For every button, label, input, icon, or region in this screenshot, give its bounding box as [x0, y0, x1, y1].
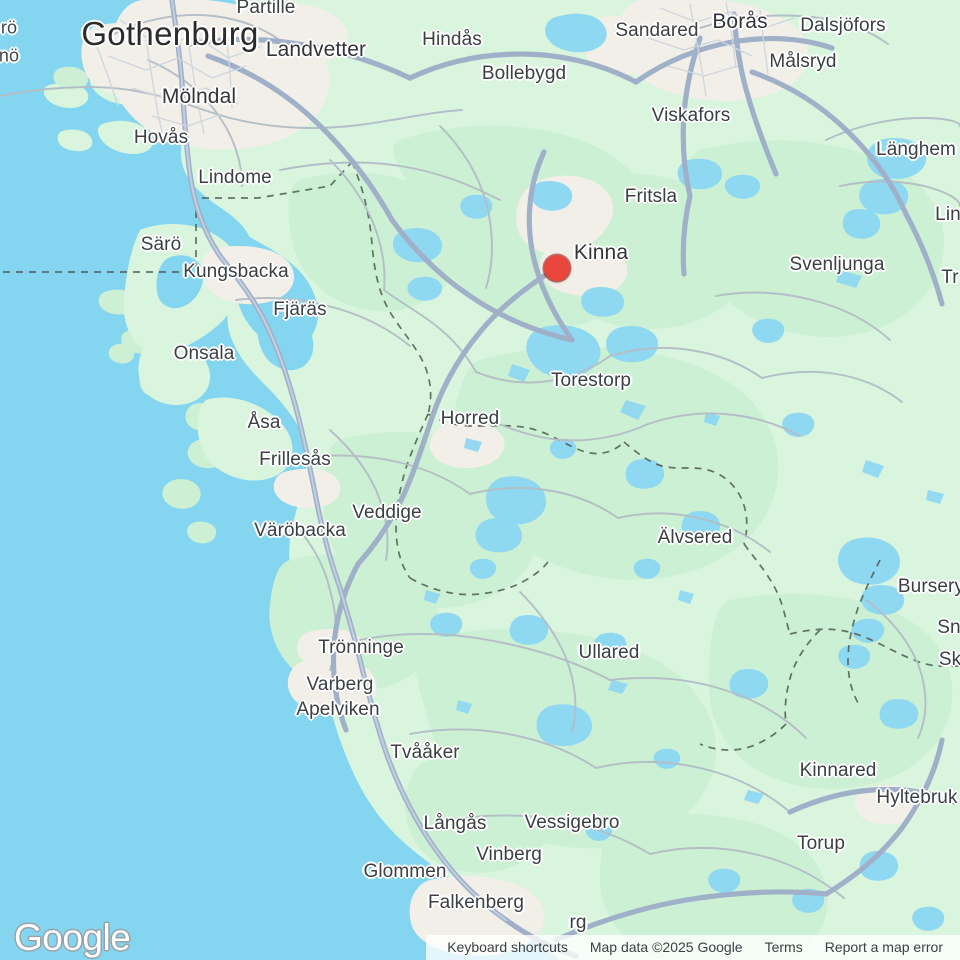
selected-location-marker[interactable]: [544, 255, 570, 281]
keyboard-shortcuts-button[interactable]: Keyboard shortcuts: [436, 935, 579, 960]
report-map-error-link[interactable]: Report a map error: [814, 935, 954, 960]
terms-link[interactable]: Terms: [754, 935, 814, 960]
map-tiles-canvas: [0, 0, 960, 960]
google-map-viewport[interactable]: rö nö Partille Gothenburg Landvetter Hindås Sa…: [0, 0, 960, 960]
google-logo[interactable]: Google: [14, 917, 131, 958]
map-data-copyright: Map data ©2025 Google: [589, 939, 743, 955]
google-logo-text: Google: [14, 917, 131, 958]
map-attribution-bar: Keyboard shortcuts Map data ©2025 Google…: [426, 935, 960, 960]
